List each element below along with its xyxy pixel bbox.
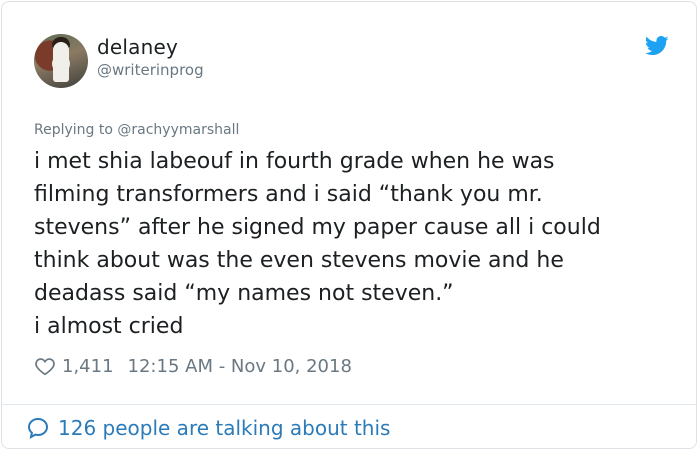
twitter-bird-icon[interactable] — [645, 35, 669, 57]
timestamp-link[interactable]: 12:15 AM - Nov 10, 2018 — [128, 356, 352, 377]
conversation-link[interactable]: 126 people are talking about this — [26, 416, 390, 440]
avatar-figure — [53, 42, 69, 82]
like-count[interactable]: 1,411 — [62, 356, 114, 377]
avatar[interactable] — [34, 34, 88, 88]
author-display-name[interactable]: delaney — [97, 35, 178, 59]
conversation-label[interactable]: 126 people are talking about this — [58, 416, 390, 440]
replying-to-handle-link[interactable]: @rachyymarshall — [117, 122, 239, 138]
speech-bubble-icon — [27, 417, 49, 439]
replying-to-prefix: Replying to — [34, 122, 113, 138]
replying-to: Replying to @rachyymarshall — [34, 122, 239, 138]
tweet-text: i met shia labeouf in fourth grade when … — [34, 149, 601, 339]
tweet-card: delaney @writerinprog Replying to @rachy… — [1, 1, 697, 449]
divider — [2, 404, 696, 405]
heart-icon[interactable] — [34, 355, 56, 377]
author-handle[interactable]: @writerinprog — [97, 61, 204, 79]
tweet-meta: 1,411 12:15 AM - Nov 10, 2018 — [34, 353, 352, 379]
